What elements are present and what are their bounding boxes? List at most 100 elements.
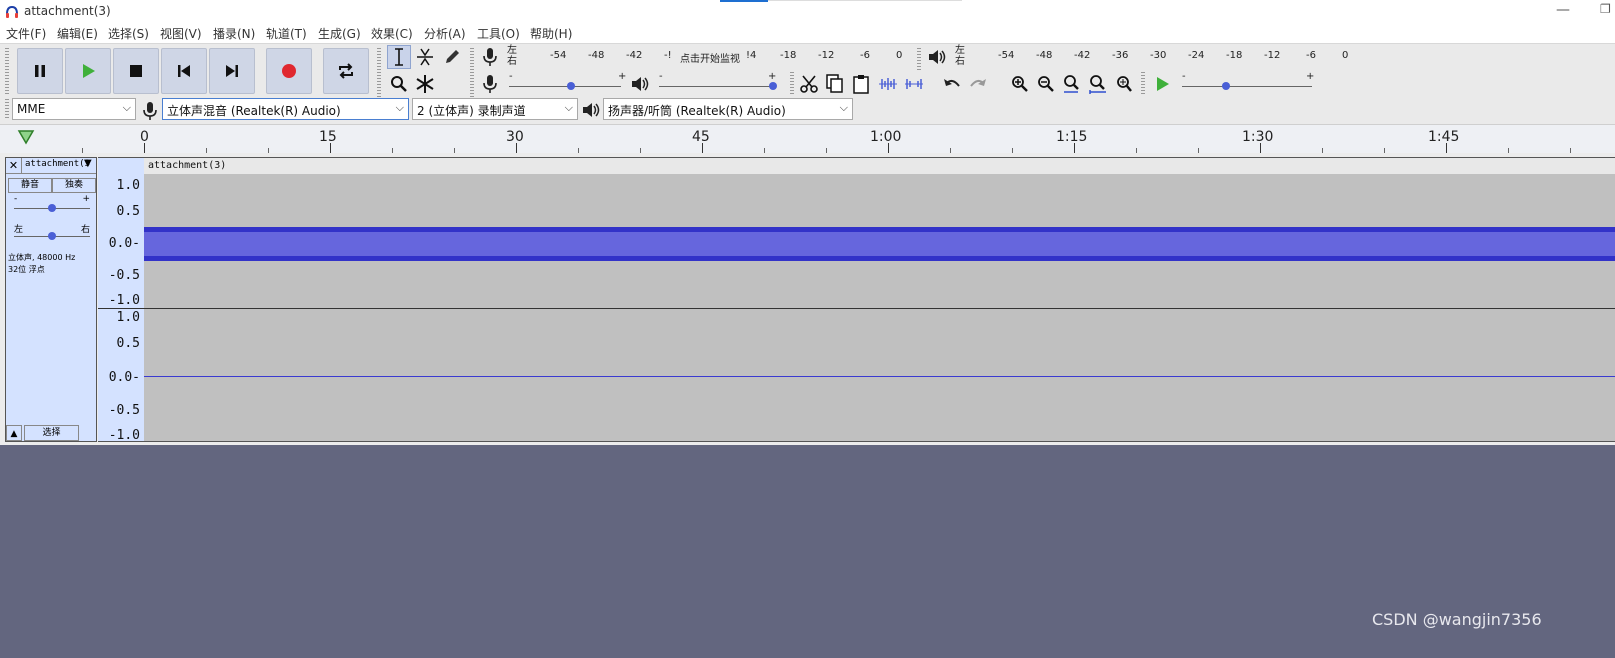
recording-device-select[interactable]: 立体声混音 (Realtek(R) Audio) ⌵	[162, 98, 409, 120]
play-at-speed-button[interactable]	[1150, 72, 1174, 96]
slider-thumb[interactable]	[48, 204, 56, 212]
undo-button[interactable]	[940, 72, 964, 96]
ruler-tick	[1074, 143, 1075, 153]
multi-tool-button[interactable]	[413, 72, 437, 96]
scale-label: -0.5	[108, 403, 140, 418]
ruler-label: 1:30	[1242, 129, 1274, 145]
minimize-icon[interactable]: —	[1556, 2, 1570, 18]
rec-tick: -54	[550, 50, 567, 61]
menu-effect[interactable]: 效果(C)	[371, 25, 413, 42]
slider-track	[509, 86, 621, 87]
menu-tracks[interactable]: 轨道(T)	[266, 25, 307, 42]
mute-button[interactable]: 静音	[8, 178, 52, 193]
tools-grip[interactable]	[377, 48, 381, 98]
zoom-in-button[interactable]	[1008, 72, 1032, 96]
record-meter-button[interactable]	[478, 45, 502, 69]
zoom-out-icon	[1038, 76, 1054, 92]
pause-button[interactable]	[17, 48, 63, 94]
play-tick: -12	[1264, 50, 1281, 61]
slider-thumb[interactable]	[48, 232, 56, 240]
play-meter-button[interactable]	[925, 45, 949, 69]
menu-edit[interactable]: 编辑(E)	[57, 25, 98, 42]
copy-button[interactable]	[823, 72, 847, 96]
rec-tick: 0	[896, 50, 903, 61]
redo-button[interactable]	[966, 72, 990, 96]
device-grip[interactable]	[5, 99, 9, 119]
play-tick: -48	[1036, 50, 1053, 61]
track-name[interactable]: attachment(3	[25, 159, 90, 169]
clip-title[interactable]: attachment(3)	[144, 158, 1615, 174]
zoom-toggle-button[interactable]	[1112, 72, 1136, 96]
vertical-ruler[interactable]: 1.0 0.5 0.0- -0.5 -1.0 1.0 0.5 0.0- -0.5…	[98, 157, 144, 443]
playback-meter[interactable]: -54 -48 -42 -36 -30 -24 -18 -12 -6 0	[968, 46, 1353, 66]
speed-grip[interactable]	[1141, 72, 1145, 94]
restore-icon[interactable]: ❐	[1600, 2, 1611, 16]
playback-speed-slider[interactable]: - +	[1180, 71, 1315, 94]
menu-select[interactable]: 选择(S)	[108, 25, 149, 42]
edit-grip[interactable]	[790, 72, 794, 94]
record-meter[interactable]: -54 -48 -42 -! 点击开始监视 !4 -18 -12 -6 0	[520, 46, 905, 66]
trim-button[interactable]	[876, 72, 900, 96]
menu-view[interactable]: 视图(V)	[160, 25, 202, 42]
pencil-icon	[446, 50, 459, 63]
window-title: attachment(3)	[24, 4, 111, 18]
menu-generate[interactable]: 生成(G)	[318, 25, 361, 42]
solo-button[interactable]: 独奏	[52, 178, 96, 193]
meter-left-label: 左	[507, 45, 517, 56]
selection-tool-button[interactable]	[387, 45, 411, 69]
play-icon	[83, 64, 95, 78]
mixer-grip[interactable]	[470, 72, 474, 94]
ruler-label: 1:45	[1428, 129, 1460, 145]
slider-thumb[interactable]	[1222, 82, 1230, 90]
fit-project-button[interactable]	[1086, 72, 1110, 96]
track-area: ✕ attachment(3 ▼ 静音 独奏 - + 左 右 立体声, 4800…	[0, 153, 1615, 445]
slider-thumb[interactable]	[567, 82, 575, 90]
audio-host-value: MME	[17, 102, 46, 116]
waveform-clip[interactable]: attachment(3)	[144, 157, 1615, 442]
toolbar-grip[interactable]	[5, 48, 9, 94]
close-track-icon[interactable]: ✕	[6, 158, 22, 173]
loop-button[interactable]	[323, 48, 369, 94]
draw-tool-button[interactable]	[440, 45, 464, 69]
recording-channels-select[interactable]: 2 (立体声) 录制声道 ⌵	[412, 98, 578, 120]
gain-slider[interactable]: - +	[14, 194, 90, 214]
stop-button[interactable]	[113, 48, 159, 94]
envelope-icon	[417, 48, 433, 66]
paste-button[interactable]	[849, 72, 873, 96]
menu-help[interactable]: 帮助(H)	[530, 25, 572, 42]
zoom-tool-button[interactable]	[387, 72, 411, 96]
slider-track	[1182, 86, 1312, 87]
playback-volume-slider[interactable]: - +	[657, 71, 781, 94]
track-menu-chevron-icon[interactable]: ▼	[84, 158, 92, 169]
skip-end-icon	[226, 65, 238, 77]
zoom-out-button[interactable]	[1034, 72, 1058, 96]
paste-icon	[853, 75, 869, 94]
slider-thumb[interactable]	[769, 82, 777, 90]
timeline-ruler[interactable]: 0 15 30 45 1:00 1:15 1:30 1:45	[0, 124, 1615, 154]
select-track-button[interactable]: 选择	[24, 425, 79, 441]
rec-tick: -48	[588, 50, 605, 61]
recording-volume-slider[interactable]: - +	[507, 71, 627, 94]
pan-slider[interactable]: 左 右	[14, 224, 90, 242]
envelope-tool-button[interactable]	[413, 45, 437, 69]
copy-icon	[826, 74, 843, 93]
playback-device-select[interactable]: 扬声器/听筒 (Realtek(R) Audio) ⌵	[603, 98, 853, 120]
silence-button[interactable]	[902, 72, 926, 96]
track-control-panel[interactable]: ✕ attachment(3 ▼ 静音 独奏 - + 左 右 立体声, 4800…	[5, 157, 97, 442]
asterisk-icon	[416, 75, 434, 93]
fit-selection-button[interactable]	[1060, 72, 1084, 96]
collapse-track-icon[interactable]: ▲	[6, 425, 22, 441]
menu-tools[interactable]: 工具(O)	[477, 25, 520, 42]
menu-file[interactable]: 文件(F)	[6, 25, 46, 42]
menu-analyze[interactable]: 分析(A)	[424, 25, 466, 42]
cut-button[interactable]	[797, 72, 821, 96]
play-button[interactable]	[65, 48, 111, 94]
skip-start-button[interactable]	[161, 48, 207, 94]
play-meter-grip[interactable]	[917, 48, 921, 70]
audio-host-select[interactable]: MME ⌵	[12, 98, 136, 120]
record-button[interactable]	[266, 48, 312, 94]
skip-end-button[interactable]	[209, 48, 255, 94]
menu-transport[interactable]: 播录(N)	[213, 25, 255, 42]
pin-play-head-icon[interactable]	[17, 129, 35, 145]
speaker-icon	[632, 77, 649, 91]
